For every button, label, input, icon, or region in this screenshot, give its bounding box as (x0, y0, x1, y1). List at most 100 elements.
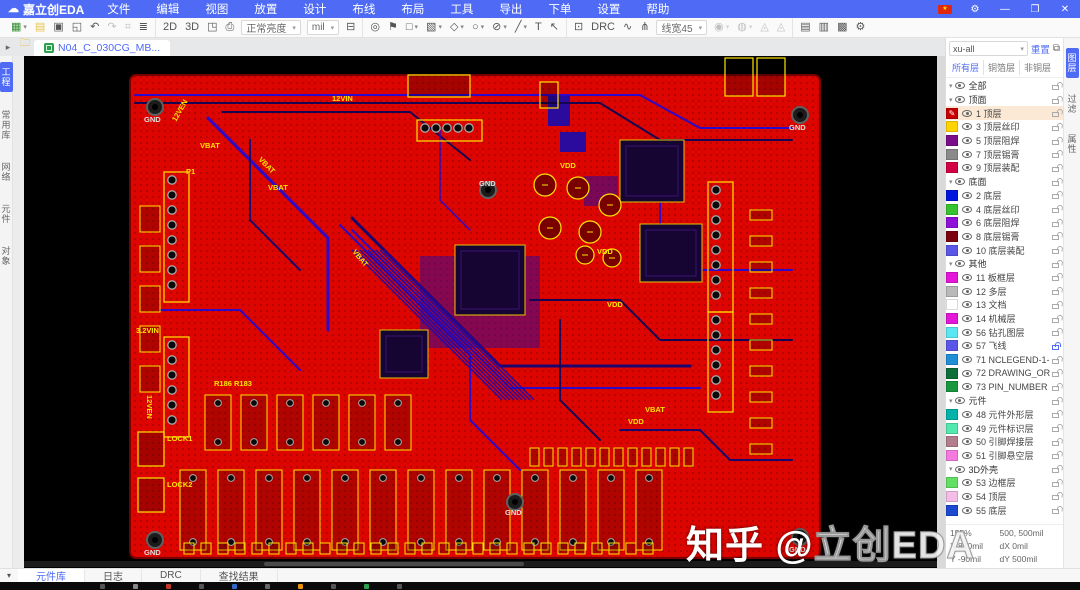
unlock-icon[interactable] (1051, 358, 1059, 364)
left-dock-tab-对象[interactable]: 对象 (0, 242, 13, 270)
lock-wrap[interactable] (1050, 424, 1060, 433)
drc-button[interactable]: DRC (587, 20, 619, 36)
zoom-select-button[interactable]: ◳ (203, 20, 221, 36)
layer-color-swatch[interactable] (946, 299, 958, 311)
unlock-icon[interactable] (1051, 454, 1059, 460)
layer-row-13[interactable]: 13 文档 (946, 298, 1063, 312)
layer-filter-tab-铜箔层[interactable]: 铜箔层 (984, 60, 1021, 75)
lock-wrap[interactable] (1050, 438, 1060, 446)
lock-wrap[interactable] (1050, 383, 1060, 391)
visibility-eye-icon[interactable] (962, 205, 972, 213)
lock-wrap[interactable] (1050, 287, 1060, 296)
caret-down-icon[interactable]: ▾ (949, 260, 953, 268)
folder-icon[interactable]: 🗀 (16, 36, 34, 56)
taskbar-app-icon[interactable] (397, 583, 402, 589)
taskbar-app-icon[interactable] (133, 583, 138, 589)
layer-group-全部[interactable]: ▾ 全部 (946, 79, 1063, 93)
layer-row-53[interactable]: 53 边框层 (946, 476, 1063, 490)
unlock-icon[interactable] (1051, 317, 1059, 323)
visibility-eye-icon[interactable] (962, 506, 972, 514)
visibility-eye-icon[interactable] (962, 137, 972, 145)
canvas-horizontal-scrollbar[interactable] (24, 561, 937, 567)
lock-wrap[interactable] (1050, 123, 1060, 131)
menu-item-帮助[interactable]: 帮助 (633, 0, 682, 18)
diff-route-button[interactable]: ⋔ (636, 20, 653, 36)
visibility-eye-icon[interactable] (954, 260, 965, 268)
lock-wrap[interactable] (1050, 273, 1060, 282)
layer-row-56[interactable]: 56 钻孔图层 (946, 325, 1063, 339)
layer-color-swatch[interactable] (946, 313, 958, 325)
maximize-button[interactable]: ❐ (1020, 0, 1050, 18)
dock-pin-icon[interactable]: ▸ (0, 42, 16, 56)
visibility-eye-icon[interactable] (962, 273, 972, 281)
route-tool-button[interactable]: ∿ (619, 20, 636, 36)
menu-item-视图[interactable]: 视图 (192, 0, 241, 18)
unlock-icon[interactable] (1051, 495, 1059, 501)
export-doc-button[interactable]: ▤ (796, 20, 814, 36)
visibility-eye-icon[interactable] (962, 315, 972, 323)
lock-wrap[interactable] (1050, 356, 1060, 364)
visibility-eye-icon[interactable] (962, 301, 972, 309)
menu-item-布局[interactable]: 布局 (388, 0, 437, 18)
visibility-eye-icon[interactable] (962, 150, 972, 158)
right-dock-tab-过滤[interactable]: 过滤 (1066, 90, 1079, 118)
visibility-eye-icon[interactable] (962, 164, 972, 172)
visibility-eye-icon[interactable] (962, 246, 972, 254)
toolbar-settings-button[interactable]: ⚙ (851, 20, 869, 36)
layer-row-72[interactable]: 72 DRAWING_ORI... (946, 366, 1063, 380)
layer-color-swatch[interactable] (946, 230, 958, 242)
layer-color-swatch[interactable] (946, 381, 958, 393)
left-dock-tab-元件[interactable]: 元件 (0, 200, 13, 228)
unlock-icon[interactable] (1051, 331, 1059, 337)
save-button[interactable]: ▣ (49, 20, 67, 36)
menu-item-文件[interactable]: 文件 (94, 0, 143, 18)
layer-row-48[interactable]: 48 元件外形层 (946, 408, 1063, 422)
visibility-eye-icon[interactable] (962, 424, 972, 432)
right-dock-tab-图层[interactable]: 图层 (1065, 48, 1079, 78)
layer-color-swatch[interactable] (946, 477, 958, 489)
visibility-eye-icon[interactable] (962, 328, 972, 336)
bottom-tab-查找结果[interactable]: 查找结果 (201, 569, 278, 583)
visibility-eye-icon[interactable] (954, 82, 965, 90)
layer-row-2[interactable]: 2 底层 (946, 189, 1063, 203)
layer-color-swatch[interactable] (946, 490, 958, 502)
unlock-icon[interactable] (1051, 166, 1059, 172)
layer-group-其他[interactable]: ▾ 其他 (946, 257, 1063, 271)
layer-color-swatch[interactable] (946, 367, 958, 379)
panel-divider[interactable] (937, 56, 945, 568)
undo-button[interactable]: ↶ (86, 20, 103, 36)
save-as-button[interactable]: ◱ (68, 20, 86, 36)
layer-row-11[interactable]: 11 板框层 (946, 271, 1063, 285)
visibility-eye-icon[interactable] (962, 383, 972, 391)
menu-item-放置[interactable]: 放置 (241, 0, 290, 18)
circle-tool-button[interactable]: ○ ▾ (468, 20, 488, 36)
lock-wrap[interactable] (1050, 328, 1060, 337)
flag-icon[interactable]: ★ (930, 0, 960, 18)
unlock-icon[interactable] (1051, 139, 1059, 145)
visibility-eye-icon[interactable] (962, 123, 972, 131)
visibility-eye-icon[interactable] (962, 356, 972, 364)
dock-pin-icon[interactable]: ▾ (0, 571, 18, 580)
taskbar-app-icon[interactable] (298, 583, 303, 589)
layer-row-6[interactable]: 6 底层阻焊 (946, 216, 1063, 230)
flag-tool-button[interactable]: ⚑ (384, 20, 402, 36)
unlock-icon[interactable] (1051, 208, 1059, 214)
lock-wrap[interactable] (1050, 232, 1060, 241)
layer-color-swatch[interactable] (946, 422, 958, 434)
visibility-eye-icon[interactable] (962, 479, 972, 487)
unlock-icon[interactable] (1051, 125, 1059, 131)
layer-row-49[interactable]: 49 元件标识层 (946, 421, 1063, 435)
layer-preset-select[interactable]: xu-all ▾ (949, 41, 1028, 56)
unlock-icon[interactable] (1051, 468, 1059, 474)
visibility-eye-icon[interactable] (962, 410, 972, 418)
lock-wrap[interactable] (1050, 191, 1060, 200)
layer-group-元件[interactable]: ▾ 元件 (946, 394, 1063, 408)
lock-wrap[interactable] (1050, 301, 1060, 309)
unlock-icon[interactable] (1051, 385, 1059, 391)
layer-color-swatch[interactable] (946, 217, 958, 229)
unlock-icon[interactable] (1051, 112, 1059, 118)
bottom-tab-DRC[interactable]: DRC (142, 569, 201, 582)
brightness-select[interactable]: 正常亮度 ▾ (241, 20, 301, 35)
menu-item-编辑[interactable]: 编辑 (143, 0, 192, 18)
unlock-icon[interactable] (1051, 413, 1059, 419)
